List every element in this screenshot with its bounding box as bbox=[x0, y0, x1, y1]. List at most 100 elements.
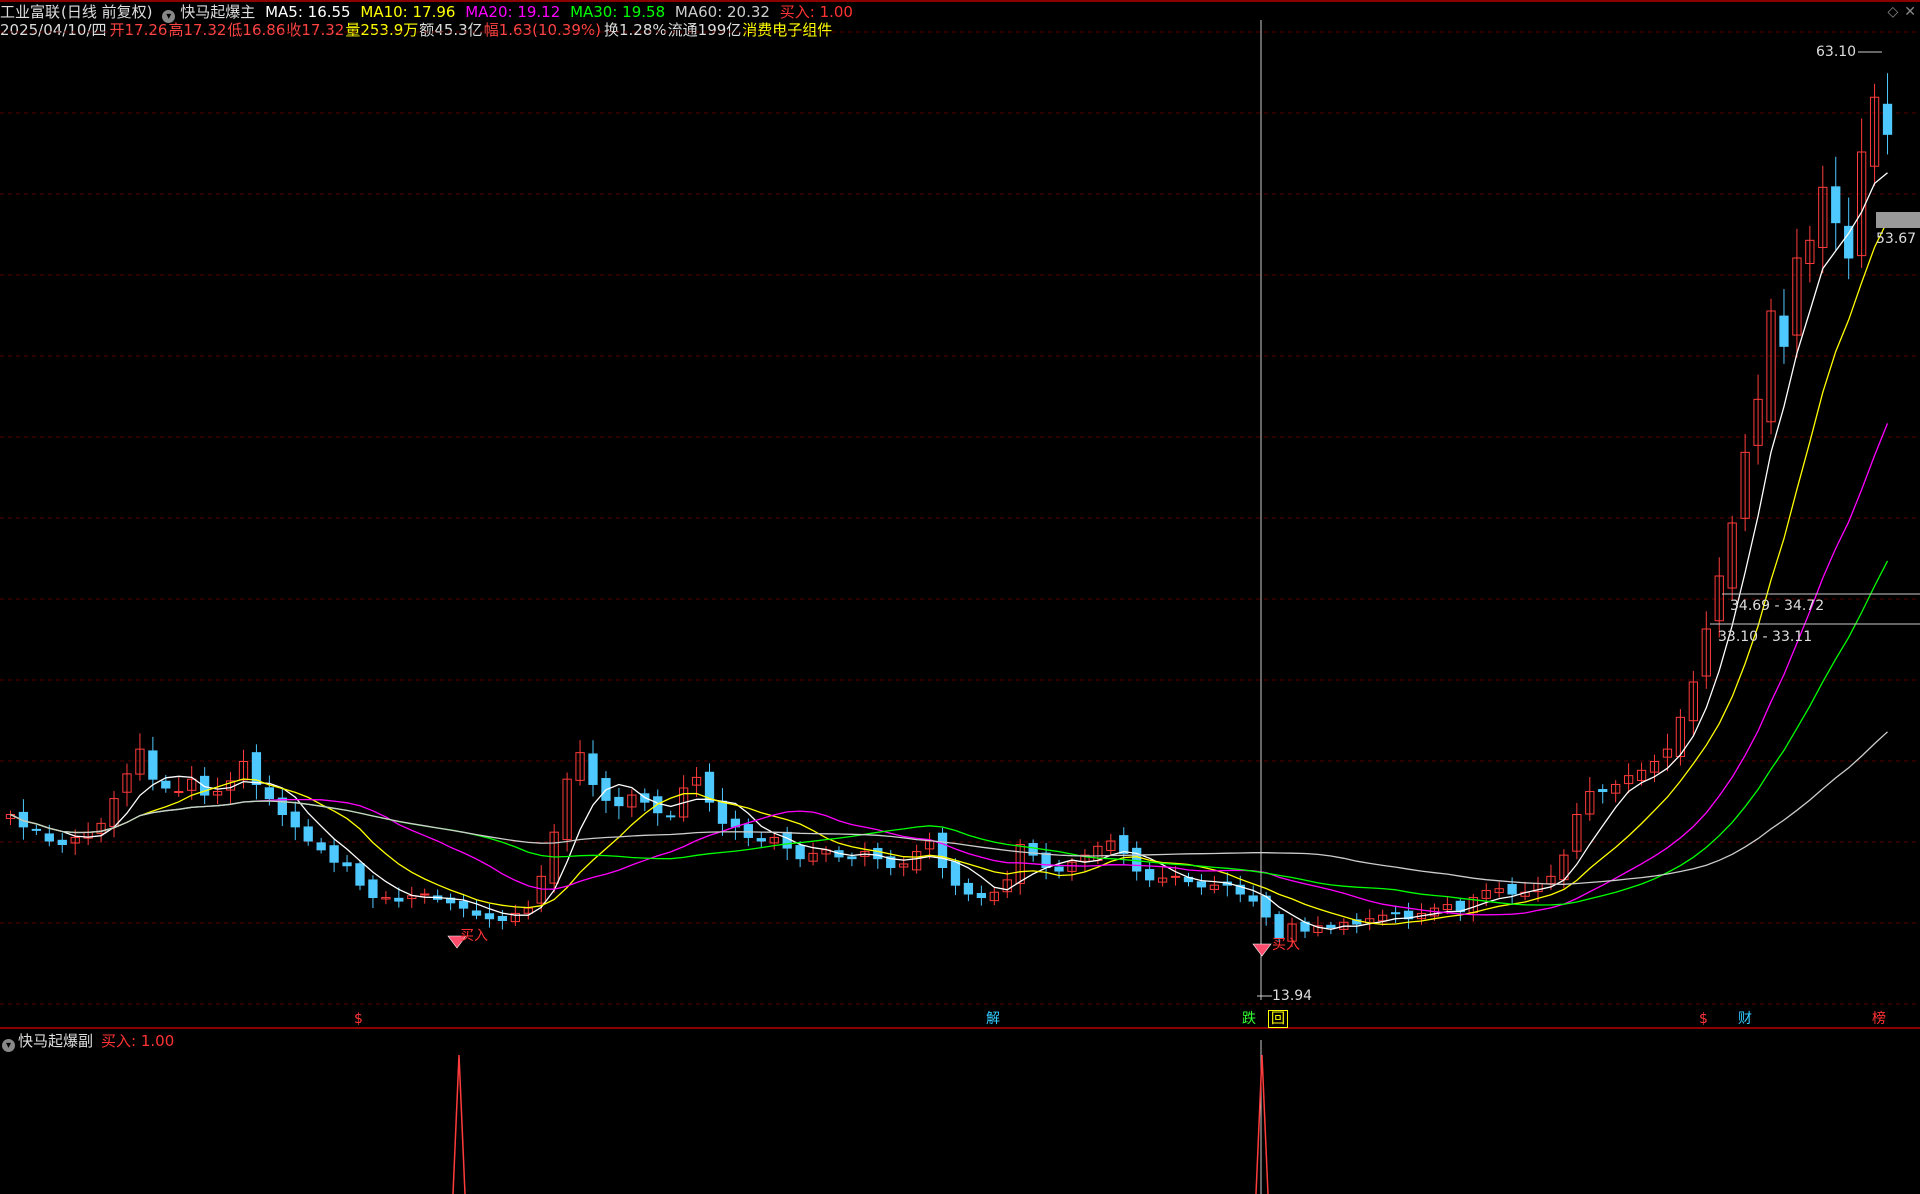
candle-down bbox=[31, 824, 42, 835]
candle-down bbox=[1455, 897, 1465, 921]
candle-down bbox=[1196, 874, 1207, 895]
buy-signal-icon bbox=[1252, 943, 1272, 957]
candle-up bbox=[1792, 228, 1802, 358]
sub-signal-label: 买入: 1.00 bbox=[101, 1032, 175, 1050]
candle-down bbox=[588, 740, 598, 797]
candle-down bbox=[1248, 885, 1258, 907]
candle-body bbox=[148, 750, 158, 780]
candle-body bbox=[420, 893, 430, 896]
candle-body bbox=[1779, 315, 1789, 347]
candle-body bbox=[394, 897, 404, 902]
buy-marker-label-1: 买入 bbox=[460, 928, 488, 944]
price-tag: 53.67 bbox=[1876, 231, 1917, 247]
event-marker-drop[interactable]: 跌 bbox=[1240, 1011, 1258, 1027]
candle-body bbox=[743, 824, 753, 838]
candle-down bbox=[433, 889, 443, 903]
event-marker-unlock[interactable]: 解 bbox=[984, 1011, 1002, 1027]
candle-body bbox=[873, 847, 883, 860]
ma60-line bbox=[10, 731, 1888, 885]
candle-body bbox=[756, 838, 766, 842]
candle-body bbox=[614, 796, 624, 807]
candle-up bbox=[122, 763, 132, 807]
candle-body bbox=[484, 913, 495, 920]
candle-body bbox=[174, 791, 184, 794]
candle-down bbox=[653, 789, 663, 826]
candle-body bbox=[795, 845, 805, 860]
sub-indicator-toggle-icon[interactable]: ▾ bbox=[2, 1039, 15, 1052]
candle-body bbox=[277, 797, 287, 815]
candle-down bbox=[976, 885, 987, 906]
range-label-1: 34.69 - 34.72 bbox=[1730, 598, 1825, 614]
candle-body bbox=[1507, 884, 1517, 895]
candle-up bbox=[1585, 777, 1595, 821]
candle-down bbox=[342, 855, 352, 872]
event-marker-dividend-2[interactable]: $ bbox=[1697, 1011, 1710, 1027]
candle-down bbox=[717, 788, 728, 836]
sub-panel-header: ▾ 快马起爆副 买入: 1.00 bbox=[2, 1030, 174, 1052]
candle-up bbox=[989, 887, 999, 906]
candle-up bbox=[1740, 433, 1750, 532]
candle-up bbox=[381, 891, 391, 905]
candle-up bbox=[1805, 225, 1815, 283]
sub-signal-spike bbox=[1255, 1054, 1269, 1194]
high-price-label: 63.10 bbox=[1816, 44, 1857, 60]
candle-down bbox=[1183, 872, 1194, 887]
event-marker-dividend-1[interactable]: $ bbox=[352, 1011, 365, 1027]
candle-up bbox=[1170, 866, 1181, 886]
candle-up bbox=[1015, 839, 1025, 895]
candle-body bbox=[1326, 924, 1336, 929]
candle-body bbox=[1196, 881, 1207, 888]
candle-down bbox=[316, 837, 326, 854]
candle-up bbox=[5, 810, 16, 826]
buy-marker-label-2: 买入 bbox=[1272, 937, 1300, 953]
candle-up bbox=[1520, 881, 1530, 901]
candle-down bbox=[756, 831, 766, 848]
candle-body bbox=[316, 842, 326, 851]
range-label-2: 33.10 - 33.11 bbox=[1718, 629, 1813, 645]
candle-up bbox=[1753, 374, 1763, 465]
candle-body bbox=[1844, 225, 1854, 259]
candle-up bbox=[562, 772, 572, 852]
kline-chart[interactable] bbox=[0, 0, 1920, 1194]
candle-body bbox=[1390, 912, 1401, 915]
candle-up bbox=[212, 777, 223, 805]
candle-up bbox=[627, 789, 637, 818]
candle-up bbox=[1365, 909, 1375, 931]
candle-down bbox=[1028, 839, 1038, 862]
candle-body bbox=[290, 811, 300, 828]
candle-down bbox=[937, 827, 948, 879]
event-marker-back[interactable]: 回 bbox=[1268, 1010, 1288, 1028]
candle-body bbox=[161, 780, 171, 789]
event-marker-rank[interactable]: 榜 bbox=[1870, 1011, 1888, 1027]
candle-body bbox=[329, 845, 339, 863]
candle-down bbox=[277, 788, 287, 827]
candle-up bbox=[1623, 763, 1634, 794]
candle-down bbox=[1352, 913, 1362, 934]
candle-body bbox=[1132, 847, 1142, 872]
candle-up bbox=[1209, 875, 1220, 894]
candle-down bbox=[445, 893, 456, 911]
candle-down bbox=[290, 801, 300, 841]
candle-down bbox=[458, 893, 469, 918]
sub-signal-spike bbox=[452, 1054, 466, 1194]
candle-up bbox=[420, 888, 430, 904]
candle-body bbox=[1170, 875, 1181, 878]
candle-down bbox=[368, 875, 378, 909]
sub-indicator-name[interactable]: 快马起爆副 bbox=[18, 1032, 93, 1050]
candle-down bbox=[704, 763, 715, 812]
candle-up bbox=[678, 775, 689, 822]
candle-body bbox=[264, 787, 275, 800]
candle-up bbox=[1869, 83, 1880, 186]
candle-up bbox=[1572, 802, 1582, 860]
price-tag-box bbox=[1876, 212, 1920, 228]
candle-body bbox=[976, 893, 987, 899]
candle-down bbox=[355, 860, 365, 891]
candle-up bbox=[523, 900, 533, 920]
candle-up bbox=[1856, 118, 1867, 268]
ma20-line bbox=[10, 423, 1889, 916]
candle-up bbox=[1727, 515, 1737, 601]
candle-body bbox=[847, 856, 857, 860]
candle-body bbox=[355, 863, 365, 886]
candle-down bbox=[329, 839, 339, 873]
event-marker-finance[interactable]: 财 bbox=[1736, 1011, 1754, 1027]
